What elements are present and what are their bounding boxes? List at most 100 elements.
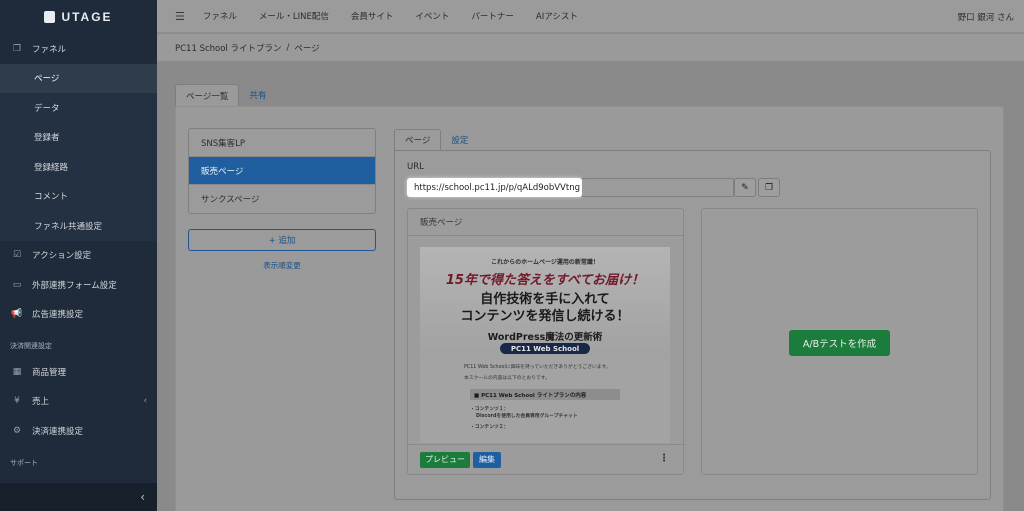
nav-funnel[interactable]: ファネル (203, 10, 237, 22)
logo-text: UTAGE (61, 10, 113, 24)
create-ab-test-button[interactable]: A/Bテストを作成 (789, 330, 890, 356)
copy-url-button[interactable]: ❐ (758, 178, 780, 197)
sidebar: UTAGE ❐ ファネル ページ データ 登録者 登録経路 コメント ファネル共通… (0, 0, 157, 511)
sidebar-item-sales[interactable]: ¥ 売上 ‹ (0, 387, 157, 417)
thumb-heading: 自作技術を手に入れてコンテンツを発信し続ける！ (420, 291, 670, 325)
sidebar-item-funnel[interactable]: ❐ ファネル (0, 34, 157, 64)
copy-icon: ❐ (12, 43, 22, 54)
chevron-left-icon: ‹ (140, 490, 145, 504)
list-item-sns-lp[interactable]: SNS集客LP (189, 129, 375, 157)
nav-member-site[interactable]: 会員サイト (351, 10, 394, 22)
thumb-headline: 15年で得た答えをすべてお届け！ (445, 273, 645, 288)
nav-mail-line[interactable]: メール・LINE配信 (259, 10, 329, 22)
logo-mark-icon (44, 11, 56, 23)
sidebar-item-data[interactable]: データ (0, 93, 157, 123)
thumb-heading-line1: 自作技術を手に入れて (480, 292, 610, 307)
nav-partner[interactable]: パートナー (471, 10, 514, 22)
sidebar-item-pages[interactable]: ページ (0, 63, 157, 93)
main-content: ページ一覧 共有 SNS集客LP 販売ページ サンクスページ + 追加 表示順変… (157, 63, 1024, 511)
page-list: SNS集客LP 販売ページ サンクスページ (188, 128, 376, 214)
sidebar-nav: ❐ ファネル ページ データ 登録者 登録経路 コメント ファネル共通設定 ☑ アク… (0, 34, 157, 474)
url-field-extension (582, 178, 734, 197)
sidebar-section-support: サポート (0, 452, 157, 474)
thumb-body-1: PC11 Web Schoolに興味を持っていただきありがとうございます。 (464, 365, 611, 370)
thumb-content-1: ・コンテンツ１： (470, 407, 509, 412)
sidebar-item-funnel-common-settings[interactable]: ファネル共通設定 (0, 211, 157, 241)
list-item-sales-page[interactable]: 販売ページ (189, 157, 375, 185)
hamburger-icon[interactable]: ☰ (175, 10, 185, 23)
sidebar-item-label: 広告連携設定 (32, 310, 84, 321)
preview-button[interactable]: プレビュー (420, 451, 470, 468)
breadcrumb-funnel[interactable]: PC11 School ライトプラン (175, 42, 282, 54)
more-options-icon[interactable]: ⋮ (659, 453, 669, 464)
top-navbar: ☰ ファネル メール・LINE配信 会員サイト イベント パートナー AIアシス… (157, 0, 1024, 33)
chevron-left-icon: ‹ (143, 396, 147, 407)
calendar-icon: ▦ (12, 366, 22, 377)
thumb-heading-line2: コンテンツを発信し続ける！ (460, 309, 630, 324)
sidebar-item-label: アクション設定 (32, 251, 92, 262)
nav-ai-assist[interactable]: AIアシスト (536, 10, 578, 22)
thumb-content-2: ・コンテンツ２： (470, 425, 509, 430)
user-menu[interactable]: 野口 銀河 さん (958, 11, 1014, 23)
inner-tabs: ページ 設定 (394, 129, 478, 150)
form-icon: ▭ (12, 279, 22, 290)
sidebar-item-label: コメント (34, 192, 69, 203)
tab-page-list[interactable]: ページ一覧 (175, 84, 240, 106)
ab-test-card: A/Bテストを作成 (701, 208, 978, 475)
edit-button[interactable]: 編集 (473, 451, 501, 468)
section-label: サポート (10, 458, 38, 467)
sidebar-item-label: 商品管理 (32, 367, 67, 378)
sidebar-collapse-button[interactable]: ‹ (0, 483, 157, 511)
sidebar-item-registration-routes[interactable]: 登録経路 (0, 152, 157, 182)
url-field[interactable]: https://school.pc11.jp/p/qALd9obVVtng (407, 178, 582, 197)
breadcrumb: PC11 School ライトプラン / ページ (157, 34, 1024, 62)
list-item-thanks-page[interactable]: サンクスページ (189, 185, 375, 213)
tab-share[interactable]: 共有 (239, 84, 276, 106)
app-logo[interactable]: UTAGE (0, 0, 157, 34)
thumbnail-hero: これからのホームページ運用の新常識！ 15年で得た答えをすべてお届け！ 自作技術… (420, 247, 670, 355)
checkbox-icon: ☑ (12, 250, 22, 261)
sidebar-item-label: 登録者 (34, 133, 60, 144)
tab-page[interactable]: ページ (394, 129, 442, 150)
sidebar-item-comments[interactable]: コメント (0, 181, 157, 211)
edit-icon: ✎ (741, 182, 749, 193)
sidebar-section-payment: 決済関連設定 (0, 335, 157, 357)
sidebar-item-label: ファネル (32, 44, 67, 55)
thumb-body-2: 本スクールの内容は以下のとおりです。 (464, 376, 550, 381)
sidebar-item-payment-link[interactable]: ⚙ 決済連携設定 (0, 416, 157, 446)
page-detail-panel: URL https://school.pc11.jp/p/qALd9obVVtn… (394, 150, 991, 500)
page-list-panel: SNS集客LP 販売ページ サンクスページ + 追加 表示順変更 ページ 設定 … (175, 106, 1004, 511)
thumb-content-1-detail: Discordを使用した会員専用グループチャット (476, 414, 578, 419)
page-preview-card: 販売ページ これからのホームページ運用の新常識！ 15年で得た答えをすべてお届け… (407, 208, 685, 475)
thumb-subtitle: WordPress魔法の更新術 (487, 332, 603, 343)
card-footer: プレビュー 編集 ⋮ (408, 444, 685, 474)
edit-url-button[interactable]: ✎ (734, 178, 756, 197)
breadcrumb-separator: / (286, 42, 290, 53)
section-label: 決済関連設定 (10, 342, 52, 350)
tab-settings[interactable]: 設定 (441, 129, 478, 150)
sidebar-item-ads[interactable]: 📢 広告連携設定 (0, 300, 157, 330)
sidebar-item-action-settings[interactable]: ☑ アクション設定 (0, 241, 157, 271)
nav-event[interactable]: イベント (415, 10, 449, 22)
sidebar-item-products[interactable]: ▦ 商品管理 (0, 357, 157, 387)
sidebar-item-label: ファネル共通設定 (34, 221, 103, 232)
thumb-tagline: これからのホームページ運用の新常識！ (491, 259, 599, 266)
sidebar-item-registrants[interactable]: 登録者 (0, 122, 157, 152)
sidebar-item-label: 売上 (32, 397, 50, 408)
card-title: 販売ページ (408, 209, 683, 236)
reorder-link[interactable]: 表示順変更 (188, 260, 376, 271)
sidebar-item-label: 外部連携フォーム設定 (32, 280, 117, 291)
breadcrumb-current: ページ (294, 43, 320, 54)
page-thumbnail[interactable]: これからのホームページ運用の新常識！ 15年で得た答えをすべてお届け！ 自作技術… (420, 247, 670, 443)
yen-icon: ¥ (14, 396, 20, 407)
sidebar-item-external-form[interactable]: ▭ 外部連携フォーム設定 (0, 270, 157, 300)
url-label: URL (407, 162, 424, 172)
add-page-button[interactable]: + 追加 (188, 229, 376, 251)
sidebar-item-label: データ (34, 103, 60, 114)
sidebar-item-label: ページ (34, 74, 60, 85)
thumb-badge: PC11 Web School (500, 343, 590, 354)
sidebar-item-label: 決済連携設定 (32, 426, 84, 437)
gear-icon: ⚙ (12, 425, 22, 436)
outer-tabs: ページ一覧 共有 (175, 84, 276, 106)
sidebar-item-label: 登録経路 (34, 162, 69, 173)
